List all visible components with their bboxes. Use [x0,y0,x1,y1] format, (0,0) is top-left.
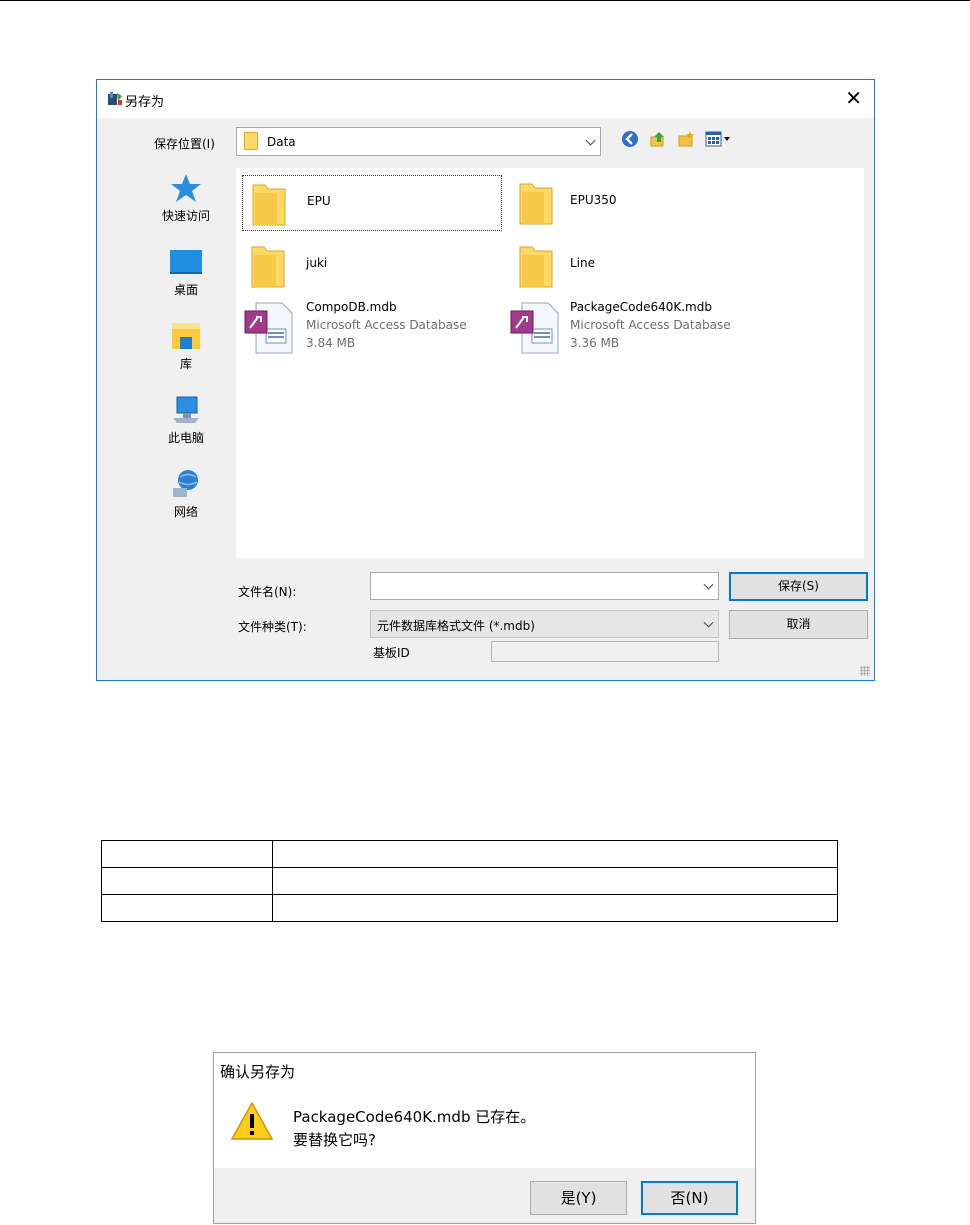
file-name: EPU350 [570,193,617,207]
save-as-titlebar: 另存为 ✕ [97,80,874,118]
up-folder-icon[interactable] [649,130,667,148]
resize-grip[interactable] [860,666,870,676]
confirm-message-line1: PackageCode640K.mdb 已存在。 [293,1108,536,1126]
table-cell [101,840,273,868]
file-name: CompoDB.mdb [306,300,397,314]
filetype-select[interactable]: 元件数据库格式文件 (*.mdb) [370,610,719,638]
place-this-pc[interactable]: 此电脑 [137,394,235,446]
new-folder-icon[interactable] [677,130,695,148]
filename-label: 文件名(N): [238,585,297,599]
file-name: PackageCode640K.mdb [570,300,712,314]
file-type: Microsoft Access Database [306,318,467,332]
filetype-value: 元件数据库格式文件 (*.mdb) [377,619,535,633]
folder-icon [251,246,285,288]
save-as-dialog: 另存为 ✕ 保存位置(I) Data 快速访问 桌面 库 此电脑 网络 EPU … [96,79,875,681]
page-top-rule [0,0,970,1]
save-button[interactable]: 保存(S) [729,572,868,601]
place-libraries[interactable]: 库 [137,320,235,372]
file-size: 3.36 MB [570,336,620,350]
access-database-icon [510,302,559,354]
table-row [101,894,838,922]
chevron-down-icon [703,579,714,590]
file-item-compodb[interactable]: CompoDB.mdb Microsoft Access Database 3.… [242,297,500,357]
filetype-label: 文件种类(T): [238,620,307,634]
place-quick-access[interactable]: 快速访问 [137,172,235,224]
table-row [101,867,838,895]
no-button[interactable]: 否(N) [641,1181,738,1215]
dialog-title: 另存为 [125,95,165,110]
blank-table [101,840,838,922]
folder-icon [244,132,258,150]
confirm-save-as-dialog: 确认另存为 PackageCode640K.mdb 已存在。 要替换它吗? 是(… [213,1052,756,1224]
file-item-line[interactable]: Line [516,238,774,292]
file-item-packagecode640k[interactable]: PackageCode640K.mdb Microsoft Access Dat… [510,297,810,357]
file-name: EPU [307,194,331,208]
confirm-button-bar: 是(Y) 否(N) [214,1168,755,1223]
confirm-dialog-title: 确认另存为 [220,1063,296,1081]
libraries-icon [172,323,200,349]
board-id-label: 基板ID [373,646,410,660]
confirm-message-line2: 要替换它吗? [293,1131,376,1149]
network-icon [173,470,198,497]
place-label: 此电脑 [167,431,204,445]
view-menu-icon[interactable] [705,130,731,148]
file-item-epu350[interactable]: EPU350 [516,175,774,229]
place-label: 网络 [173,505,198,519]
quick-access-star-icon [171,174,201,202]
save-in-label: 保存位置(I) [154,137,215,151]
folder-icon [519,246,553,288]
app-icon [108,92,122,105]
close-icon[interactable]: ✕ [845,86,862,110]
place-desktop[interactable]: 桌面 [137,246,235,298]
folder-icon [519,183,553,225]
yes-button[interactable]: 是(Y) [530,1181,627,1215]
place-label: 快速访问 [161,209,210,223]
folder-icon [252,184,286,226]
chevron-down-icon [703,617,714,628]
table-row [101,840,838,868]
desktop-icon [170,250,202,274]
file-list[interactable]: EPU EPU350 juki Line CompoDB.mdb Microso… [236,168,864,558]
table-cell [272,840,838,868]
file-item-epu[interactable]: EPU [242,175,502,231]
place-network[interactable]: 网络 [137,468,235,520]
place-label: 桌面 [173,283,198,297]
this-pc-icon [173,396,199,423]
back-icon[interactable] [621,130,639,148]
file-item-juki[interactable]: juki [242,238,500,292]
filename-input[interactable] [370,572,719,600]
warning-icon [230,1101,274,1140]
place-label: 库 [179,357,192,371]
access-database-icon [244,302,293,354]
board-id-input[interactable] [491,641,719,662]
table-cell [101,867,273,895]
table-cell [272,867,838,895]
file-type: Microsoft Access Database [570,318,731,332]
save-in-value: Data [267,135,296,149]
table-cell [101,894,273,922]
save-in-combo[interactable]: Data [236,127,601,156]
file-size: 3.84 MB [306,336,356,350]
chevron-down-icon [585,135,596,146]
table-cell [272,894,838,922]
cancel-button[interactable]: 取消 [729,610,868,639]
file-name: juki [306,256,328,270]
file-name: Line [570,256,596,270]
